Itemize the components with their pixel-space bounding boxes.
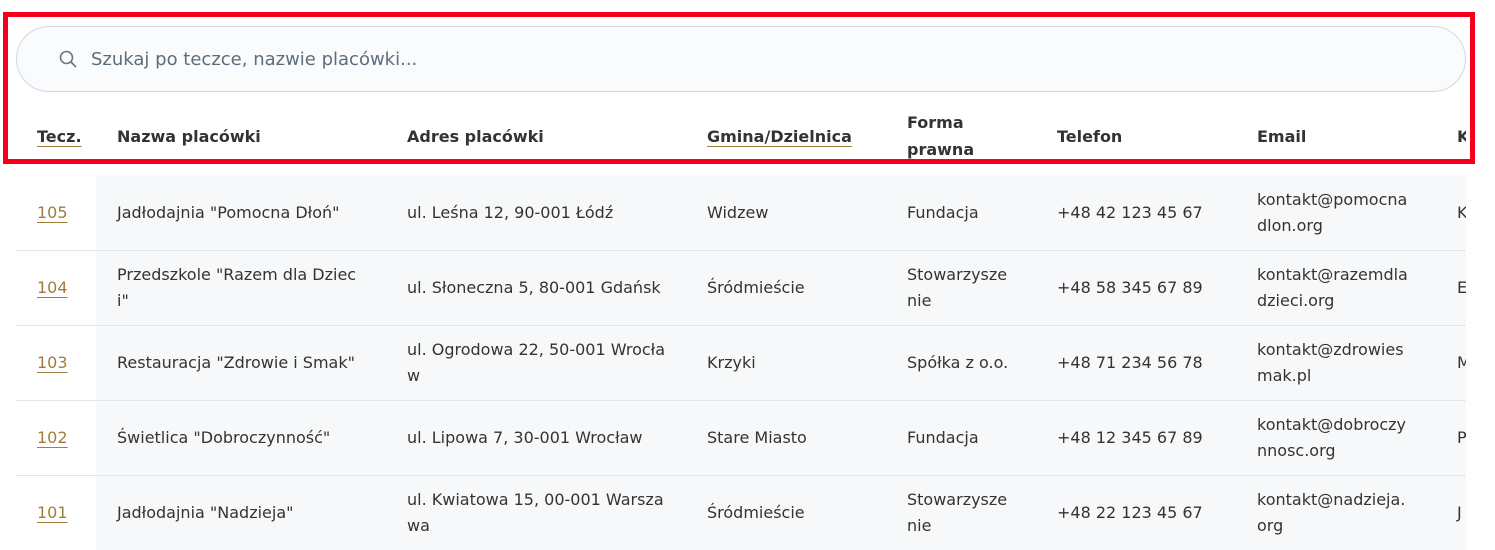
gmina-cell: Śródmieście [686, 475, 886, 550]
forma-cell: Fundacja [886, 176, 1036, 251]
k-cell: J 2 [1436, 475, 1466, 550]
k-cell: P 1 [1436, 400, 1466, 476]
facilities-view: Tecz. Nazwa placówki Adres placówki Gmin… [0, 0, 1495, 550]
adres-cell: ul. Lipowa 7, 30-001 Wrocław [386, 400, 686, 476]
telefon-cell: +48 71 234 56 78 [1036, 325, 1236, 401]
adres-cell: ul. Kwiatowa 15, 00-001 Warszawa [386, 475, 686, 550]
forma-cell: Stowarzyszenie [886, 250, 1036, 326]
teczka-cell: 104 [16, 250, 96, 326]
table-row: 104 Przedszkole "Razem dla Dzieci" ul. S… [16, 250, 1466, 326]
teczka-link[interactable]: 103 [37, 353, 68, 372]
teczka-link[interactable]: 102 [37, 428, 68, 447]
column-header-k: K [1436, 96, 1466, 176]
facilities-table-container: Tecz. Nazwa placówki Adres placówki Gmin… [16, 96, 1466, 550]
column-header-nazwa: Nazwa placówki [96, 96, 386, 176]
table-row: 103 Restauracja "Zdrowie i Smak" ul. Ogr… [16, 325, 1466, 401]
table-header-row: Tecz. Nazwa placówki Adres placówki Gmin… [16, 96, 1466, 176]
k-cell: E + [1436, 250, 1466, 326]
nazwa-cell: Przedszkole "Razem dla Dzieci" [96, 250, 386, 326]
teczka-link[interactable]: 101 [37, 503, 68, 522]
column-header-gmina[interactable]: Gmina/Dzielnica [686, 96, 886, 176]
search-bar[interactable] [16, 26, 1466, 92]
telefon-cell: +48 58 345 67 89 [1036, 250, 1236, 326]
gmina-cell: Krzyki [686, 325, 886, 401]
forma-cell: Stowarzyszenie [886, 475, 1036, 550]
teczka-cell: 101 [16, 475, 96, 550]
teczka-cell: 105 [16, 176, 96, 251]
table-row: 101 Jadłodajnia "Nadzieja" ul. Kwiatowa … [16, 475, 1466, 550]
table-row: 102 Świetlica "Dobroczynność" ul. Lipowa… [16, 400, 1466, 476]
column-header-teczka[interactable]: Tecz. [16, 96, 96, 176]
k-cell: K + [1436, 176, 1466, 251]
search-input[interactable] [91, 39, 1465, 79]
teczka-cell: 103 [16, 325, 96, 401]
email-cell: kontakt@dobroczynnosc.org [1236, 400, 1436, 476]
telefon-cell: +48 12 345 67 89 [1036, 400, 1236, 476]
teczka-link[interactable]: 105 [37, 203, 68, 222]
email-cell: kontakt@razemdladzieci.org [1236, 250, 1436, 326]
nazwa-cell: Jadłodajnia "Pomocna Dłoń" [96, 176, 386, 251]
facilities-table: Tecz. Nazwa placówki Adres placówki Gmin… [16, 96, 1466, 550]
forma-cell: Fundacja [886, 400, 1036, 476]
adres-cell: ul. Słoneczna 5, 80-001 Gdańsk [386, 250, 686, 326]
telefon-cell: +48 22 123 45 67 [1036, 475, 1236, 550]
column-header-email: Email [1236, 96, 1436, 176]
adres-cell: ul. Leśna 12, 90-001 Łódź [386, 176, 686, 251]
table-row: 105 Jadłodajnia "Pomocna Dłoń" ul. Leśna… [16, 176, 1466, 251]
email-cell: kontakt@nadzieja.org [1236, 475, 1436, 550]
teczka-cell: 102 [16, 400, 96, 476]
nazwa-cell: Restauracja "Zdrowie i Smak" [96, 325, 386, 401]
column-header-forma: Forma prawna [886, 96, 1036, 176]
email-cell: kontakt@zdrowiesmak.pl [1236, 325, 1436, 401]
k-cell: M 7 [1436, 325, 1466, 401]
nazwa-cell: Jadłodajnia "Nadzieja" [96, 475, 386, 550]
gmina-cell: Stare Miasto [686, 400, 886, 476]
adres-cell: ul. Ogrodowa 22, 50-001 Wrocław [386, 325, 686, 401]
search-icon [58, 49, 78, 69]
email-cell: kontakt@pomocnadlon.org [1236, 176, 1436, 251]
teczka-link[interactable]: 104 [37, 278, 68, 297]
gmina-cell: Widzew [686, 176, 886, 251]
column-header-adres: Adres placówki [386, 96, 686, 176]
nazwa-cell: Świetlica "Dobroczynność" [96, 400, 386, 476]
gmina-cell: Śródmieście [686, 250, 886, 326]
telefon-cell: +48 42 123 45 67 [1036, 176, 1236, 251]
forma-cell: Spółka z o.o. [886, 325, 1036, 401]
column-header-telefon: Telefon [1036, 96, 1236, 176]
